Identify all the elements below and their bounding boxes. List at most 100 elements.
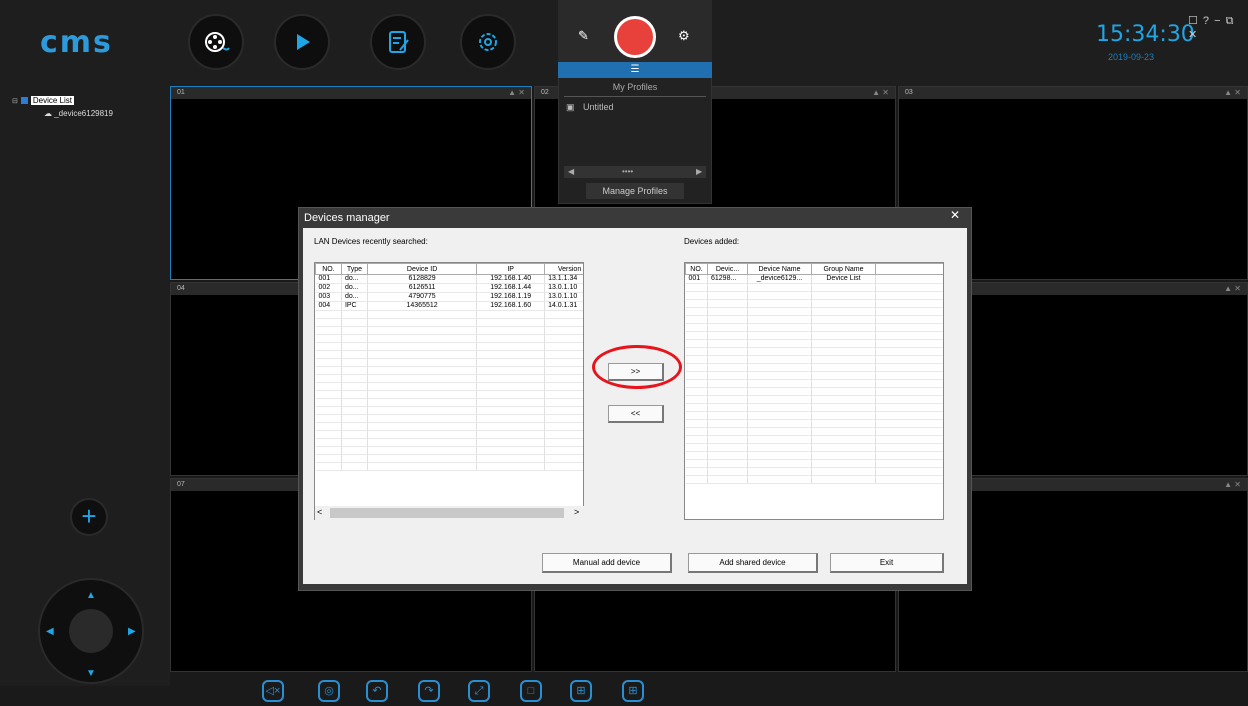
column-header[interactable]: NO. (685, 263, 708, 275)
profile-item[interactable]: ▣ Untitled (566, 102, 614, 113)
ptz-up-icon[interactable]: ▲ (86, 590, 96, 601)
profile-pager[interactable]: ◀ •••• ▶ (564, 166, 706, 178)
settings-icon (479, 33, 497, 51)
scroll-left-icon[interactable]: < (317, 507, 322, 517)
cell-close-icon[interactable]: ▲ ✕ (508, 87, 525, 99)
clock-date: 2019-09-23 (1108, 52, 1155, 62)
divider (564, 96, 706, 97)
scroll-thumb[interactable] (330, 508, 564, 518)
edit-icon[interactable]: ✎ (578, 28, 589, 44)
cell-id: 02 (541, 89, 549, 96)
mute-icon[interactable]: ◁× (262, 680, 284, 702)
tree-root[interactable]: ⊟ Device List (12, 96, 74, 105)
lan-label: LAN Devices recently searched: (314, 237, 428, 246)
lan-devices-table[interactable]: NO. Type Device ID IP Version 001 do... … (314, 262, 584, 520)
profile-item-label: Untitled (583, 102, 614, 112)
layout-9-icon[interactable]: ⊞ (622, 680, 644, 702)
camera-icon: ▣ (566, 102, 575, 112)
cell: 003 (315, 292, 342, 302)
cell-id: 03 (905, 89, 913, 96)
cell: 192.168.1.60 (476, 301, 546, 311)
table-row[interactable]: 003 do... 4790775 192.168.1.19 13.0.1.10 (315, 292, 583, 302)
page-dots: •••• (622, 167, 634, 176)
live-view-button[interactable] (188, 14, 244, 70)
cell: do... (341, 274, 368, 284)
cell: 4790775 (367, 292, 478, 302)
column-header[interactable]: Type (340, 263, 368, 275)
manual-add-device-button[interactable]: Manual add device (542, 553, 672, 573)
add-device-button[interactable]: + (70, 498, 108, 536)
cell: 13.0.1.10 (544, 283, 583, 293)
highlight-circle (592, 345, 682, 389)
cell-id: 04 (177, 285, 185, 292)
cell: _device6129... (747, 274, 812, 284)
cell: do... (341, 283, 368, 293)
next-icon[interactable]: ▶ (696, 167, 702, 176)
ptz-left-icon[interactable]: ◀ (46, 626, 54, 637)
cell: 001 (315, 274, 342, 284)
cms-logo: cms (40, 25, 113, 60)
table-row[interactable]: 001 do... 6128829 192.168.1.40 13.1.1.34 (315, 274, 583, 284)
prev-group-icon[interactable]: ↶ (366, 680, 388, 702)
cell: 13.0.1.10 (544, 292, 583, 302)
remove-selected-button[interactable]: << (608, 405, 664, 423)
ptz-right-icon[interactable]: ▶ (128, 626, 136, 637)
cell: do... (341, 292, 368, 302)
cell-close-icon[interactable]: ▲ ✕ (1224, 283, 1241, 295)
next-group-icon[interactable]: ↷ (418, 680, 440, 702)
cell-close-icon[interactable]: ▲ ✕ (1224, 479, 1241, 491)
added-devices-table[interactable]: NO. Devic... Device Name Group Name 001 … (684, 262, 944, 520)
fullscreen-icon[interactable]: ⤢ (468, 680, 490, 702)
snapshot-icon[interactable]: ◎ (318, 680, 340, 702)
clock-time: 15:34:30 (1096, 22, 1195, 47)
close-icon[interactable]: ✕ (950, 208, 960, 222)
column-header[interactable]: IP (476, 263, 546, 275)
settings-button[interactable] (460, 14, 516, 70)
column-header[interactable]: Version (544, 263, 583, 275)
cell-close-icon[interactable]: ▲ ✕ (872, 87, 889, 99)
gear-icon[interactable]: ⚙ (678, 28, 690, 44)
ptz-down-icon[interactable]: ▼ (86, 668, 96, 679)
tree-child-label[interactable]: _device6129819 (54, 109, 113, 118)
cell: 13.1.1.34 (544, 274, 583, 284)
cell: 192.168.1.19 (476, 292, 546, 302)
log-button[interactable] (370, 14, 426, 70)
playback-button[interactable] (274, 14, 330, 70)
column-header[interactable]: Group Name (811, 263, 876, 275)
window-controls[interactable]: ☐ ? − ⧉ ✕ (1188, 14, 1248, 41)
tree-root-label[interactable]: Device List (30, 96, 74, 105)
table-row[interactable]: 004 IPC 14365512 192.168.1.60 14.0.1.31 (315, 301, 583, 311)
record-button[interactable] (614, 16, 656, 58)
collapse-icon[interactable]: ⊟ (12, 97, 18, 105)
column-header[interactable]: Devic... (707, 263, 748, 275)
exit-button[interactable]: Exit (830, 553, 944, 573)
camera-icon: ☁ (44, 109, 52, 118)
cell: 192.168.1.44 (476, 283, 546, 293)
column-header[interactable]: Device ID (366, 263, 478, 275)
prev-icon[interactable]: ◀ (568, 167, 574, 176)
playback-icon (297, 34, 310, 50)
manage-profiles-button[interactable]: Manage Profiles (586, 183, 684, 199)
column-header (875, 263, 943, 275)
cell: IPC (341, 301, 368, 311)
profile-title: My Profiles (612, 82, 658, 92)
cell: Device List (811, 274, 876, 284)
cell: 61298... (707, 274, 748, 284)
column-header[interactable]: Device Name (747, 263, 812, 275)
table-row[interactable]: 001 61298... _device6129... Device List (685, 274, 943, 284)
column-header[interactable]: NO. (315, 263, 342, 275)
scroll-right-icon[interactable]: > (574, 507, 579, 517)
log-icon (389, 31, 409, 53)
cell: 001 (685, 274, 708, 284)
layout-4-icon[interactable]: ⊞ (570, 680, 592, 702)
table-row[interactable]: 002 do... 6126511 192.168.1.44 13.0.1.10 (315, 283, 583, 293)
live-view-icon (205, 32, 230, 52)
ptz-center[interactable] (69, 609, 113, 653)
list-icon[interactable]: ☰ (558, 62, 712, 78)
cell: 6128829 (367, 274, 478, 284)
cell-close-icon[interactable]: ▲ ✕ (1224, 87, 1241, 99)
add-shared-device-button[interactable]: Add shared device (688, 553, 818, 573)
layout-1-icon[interactable]: □ (520, 680, 542, 702)
tree-child[interactable]: ☁ _device6129819 (44, 109, 113, 118)
cell-id: 07 (177, 481, 185, 488)
